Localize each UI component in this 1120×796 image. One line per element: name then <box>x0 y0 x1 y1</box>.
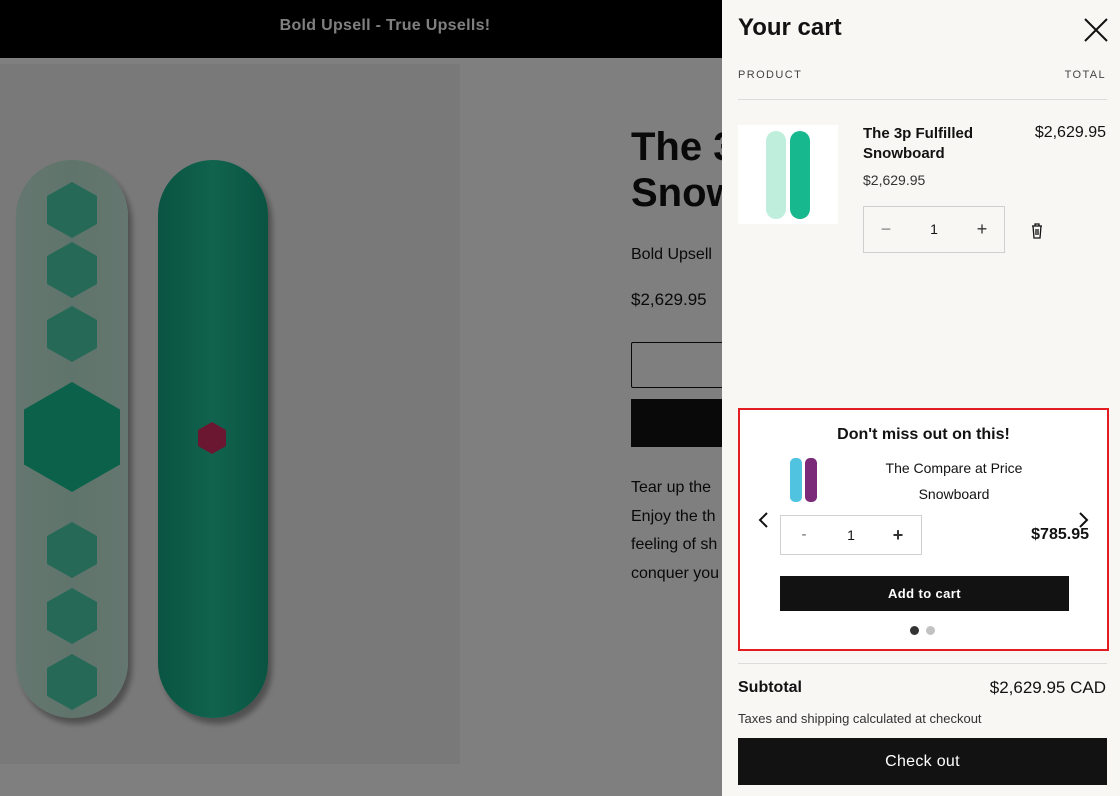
drawer-overlay[interactable] <box>0 0 722 796</box>
mini-board-top <box>790 458 802 502</box>
divider <box>738 663 1107 664</box>
cart-drawer: Your cart PRODUCT TOTAL The 3p Fulfilled… <box>722 0 1120 796</box>
upsell-increase-button[interactable]: + <box>875 516 921 554</box>
cart-item-unit-price: $2,629.95 <box>863 172 926 188</box>
subtotal-label: Subtotal <box>738 679 802 696</box>
decrease-quantity-button[interactable]: − <box>864 207 908 252</box>
carousel-dot-active[interactable] <box>910 626 919 635</box>
mini-board-top <box>766 131 786 219</box>
cart-title: Your cart <box>738 14 842 41</box>
mini-board-base <box>790 131 810 219</box>
upsell-quantity-stepper: - 1 + <box>780 515 922 555</box>
trash-icon[interactable] <box>1029 222 1045 240</box>
close-icon[interactable] <box>1082 14 1110 44</box>
mini-board-base <box>805 458 817 502</box>
carousel-dot[interactable] <box>926 626 935 635</box>
upsell-quantity-input[interactable]: 1 <box>827 516 875 554</box>
cart-item-line-total: $2,629.95 <box>1034 124 1106 141</box>
upsell-price: $785.95 <box>1031 526 1089 543</box>
divider <box>738 99 1107 100</box>
cart-item-image[interactable] <box>738 125 838 224</box>
quantity-input[interactable]: 1 <box>908 207 960 252</box>
upsell-decrease-button[interactable]: - <box>781 516 827 554</box>
upsell-product-name[interactable]: The Compare at Price Snowboard <box>870 455 1038 507</box>
chevron-left-icon[interactable] <box>756 510 772 530</box>
subtotal-value: $2,629.95 CAD <box>989 678 1106 697</box>
upsell-heading: Don't miss out on this! <box>837 426 1010 443</box>
column-header-total: TOTAL <box>1064 69 1106 81</box>
quantity-stepper: − 1 + <box>863 206 1005 253</box>
checkout-button[interactable]: Check out <box>738 738 1107 785</box>
upsell-add-to-cart-button[interactable]: Add to cart <box>780 576 1069 611</box>
upsell-product-image[interactable] <box>790 458 820 504</box>
increase-quantity-button[interactable]: + <box>960 207 1004 252</box>
column-header-product: PRODUCT <box>738 69 803 81</box>
tax-note: Taxes and shipping calculated at checkou… <box>738 711 982 726</box>
upsell-widget: Don't miss out on this! The Compare at P… <box>738 408 1109 651</box>
cart-item-name[interactable]: The 3p Fulfilled Snowboard <box>863 124 1013 164</box>
